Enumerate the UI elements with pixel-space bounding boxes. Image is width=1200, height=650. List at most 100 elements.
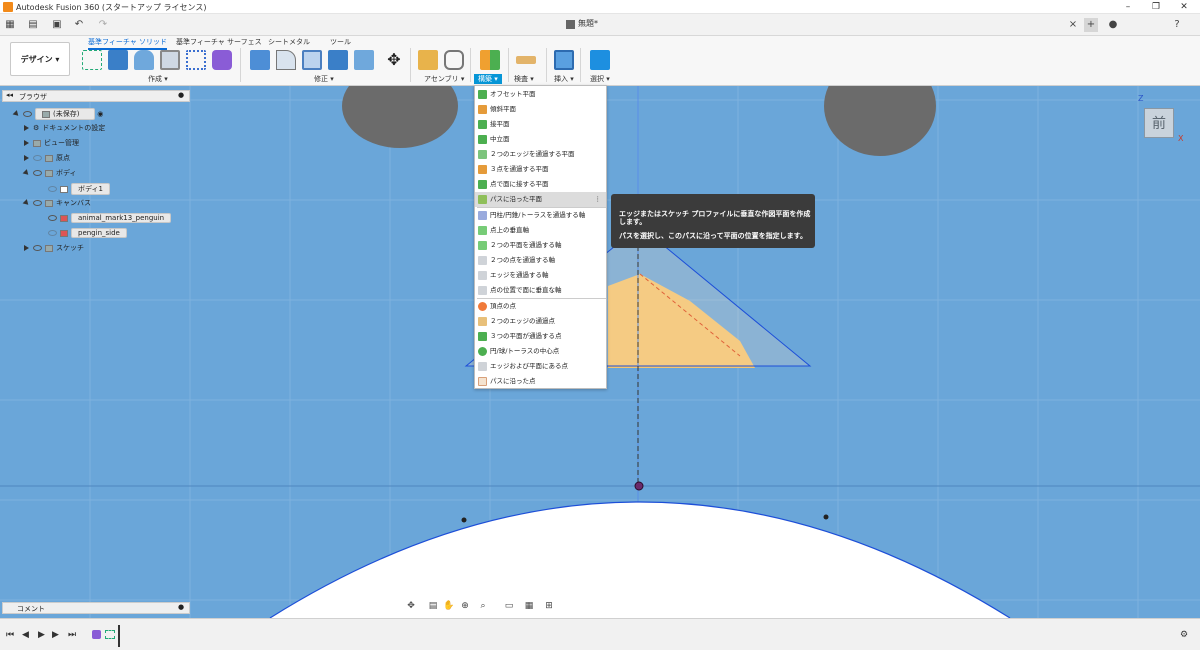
job-status-icon[interactable]: ● bbox=[1106, 18, 1120, 32]
menu-item-plane-along-path[interactable]: パスに沿った平面 ⋮ bbox=[475, 192, 606, 207]
workspace-button[interactable]: デザイン ▾ bbox=[10, 42, 70, 76]
visibility-icon[interactable] bbox=[48, 186, 57, 192]
sketch-point-right[interactable] bbox=[823, 514, 829, 520]
visibility-icon[interactable] bbox=[33, 155, 42, 161]
tree-item-bodies[interactable]: ボディ bbox=[22, 168, 77, 181]
tree-item-body1[interactable]: ボディ1 bbox=[48, 183, 110, 196]
tree-item-canvases[interactable]: キャンバス bbox=[22, 198, 91, 211]
expand-icon[interactable] bbox=[22, 199, 31, 207]
menu-item-offset-plane[interactable]: オフセット平面 bbox=[475, 87, 606, 102]
construct-group-label[interactable]: 構築 ▾ bbox=[474, 74, 502, 84]
more-options-icon[interactable]: ⋮ bbox=[595, 192, 602, 207]
assemble-group-label[interactable]: アセンブリ ▾ bbox=[424, 74, 464, 84]
new-component-icon[interactable] bbox=[418, 50, 438, 70]
go-to-start-icon[interactable]: ⏮ bbox=[6, 630, 14, 640]
tab-close-button[interactable]: × bbox=[1066, 18, 1080, 32]
look-at-icon[interactable]: ▤ bbox=[426, 601, 440, 615]
display-settings-icon[interactable]: ▭ bbox=[502, 601, 516, 615]
comment-pin-icon[interactable]: ● bbox=[178, 603, 184, 611]
menu-item-axis-cylinder[interactable]: 円柱/円錐/トーラスを通過する軸 bbox=[475, 208, 606, 223]
minimize-button[interactable]: – bbox=[1116, 0, 1140, 14]
visibility-icon[interactable] bbox=[48, 230, 57, 236]
expand-icon[interactable] bbox=[24, 155, 29, 161]
menu-item-axis-two-points[interactable]: ２つの点を通過する軸 bbox=[475, 253, 606, 268]
tab-tools[interactable]: ツール bbox=[330, 37, 351, 47]
tree-item-sketches[interactable]: スケッチ bbox=[24, 243, 84, 256]
document-tab[interactable]: 無題* bbox=[578, 18, 598, 29]
menu-item-plane-two-edges[interactable]: ２つのエッジを通過する平面 bbox=[475, 147, 606, 162]
undo-icon[interactable]: ↶ bbox=[72, 18, 86, 32]
tab-solid[interactable]: 基準フィーチャ ソリッド bbox=[88, 37, 168, 50]
visibility-icon[interactable] bbox=[33, 170, 42, 176]
inspect-group-label[interactable]: 検査 ▾ bbox=[514, 74, 534, 84]
play-icon[interactable]: ▶ bbox=[38, 630, 45, 640]
menu-item-point-edge-plane[interactable]: エッジおよび平面にある点 bbox=[475, 359, 606, 374]
save-icon[interactable]: ▣ bbox=[50, 18, 64, 32]
tree-item-doc-settings[interactable]: ⚙ ドキュメントの設定 bbox=[24, 123, 105, 136]
align-icon[interactable] bbox=[354, 50, 374, 70]
shell-icon[interactable] bbox=[302, 50, 322, 70]
menu-item-point-two-edges[interactable]: ２つのエッジの通過点 bbox=[475, 314, 606, 329]
window-close-button[interactable]: ✕ bbox=[1172, 0, 1196, 14]
menu-item-point-three-planes[interactable]: ３つの平面が通過する点 bbox=[475, 329, 606, 344]
pan-icon[interactable]: ✋ bbox=[442, 601, 456, 615]
new-tab-button[interactable]: + bbox=[1084, 18, 1098, 32]
extrude-icon[interactable] bbox=[108, 50, 128, 70]
tree-item-named-views[interactable]: ビュー管理 bbox=[24, 138, 79, 151]
revolve-icon[interactable] bbox=[134, 50, 154, 70]
menu-item-plane-tangent-point[interactable]: 点で面に接する平面 bbox=[475, 177, 606, 192]
grid-settings-icon[interactable]: ▦ bbox=[522, 601, 536, 615]
select-group-label[interactable]: 選択 ▾ bbox=[590, 74, 610, 84]
sketch-point-center[interactable] bbox=[634, 481, 644, 491]
modify-group-label[interactable]: 修正 ▾ bbox=[314, 74, 334, 84]
menu-item-plane-three-points[interactable]: ３点を通過する平面 bbox=[475, 162, 606, 177]
activate-icon[interactable]: ◉ bbox=[97, 110, 103, 118]
tab-surface[interactable]: 基準フィーチャ サーフェス bbox=[176, 37, 262, 47]
tree-item-canvas-penguin[interactable]: animal_mark13_penguin bbox=[48, 213, 172, 226]
pattern-icon[interactable] bbox=[186, 50, 206, 70]
menu-item-axis-two-planes[interactable]: ２つの平面を通過する軸 bbox=[475, 238, 606, 253]
select-icon[interactable] bbox=[590, 50, 610, 70]
browser-pin-icon[interactable]: ● bbox=[178, 91, 184, 99]
joint-icon[interactable] bbox=[444, 50, 464, 70]
file-menu-icon[interactable]: ▤ bbox=[26, 18, 40, 32]
grid-menu-icon[interactable]: ▦ bbox=[3, 18, 17, 32]
viewports-icon[interactable]: ⊞ bbox=[542, 601, 556, 615]
tab-sheet-metal[interactable]: シートメタル bbox=[268, 37, 310, 47]
sketch-point-left[interactable] bbox=[461, 517, 467, 523]
timeline-marker[interactable] bbox=[118, 625, 120, 647]
menu-item-axis-perp-face[interactable]: 点の位置で面に垂直な軸 bbox=[475, 283, 606, 298]
collapse-icon[interactable]: ◂◂ bbox=[6, 91, 13, 99]
create-group-label[interactable]: 作成 ▾ bbox=[148, 74, 168, 84]
menu-item-tangent-plane[interactable]: 接平面 bbox=[475, 117, 606, 132]
orbit-icon[interactable]: ✥ bbox=[404, 601, 418, 615]
zoom-window-icon[interactable]: ⊕ bbox=[458, 601, 472, 615]
tree-item-origin[interactable]: 原点 bbox=[24, 153, 70, 166]
expand-icon[interactable] bbox=[12, 110, 21, 118]
menu-item-axis-edge[interactable]: エッジを通過する軸 bbox=[475, 268, 606, 283]
tree-item-canvas-side[interactable]: pengin_side bbox=[48, 228, 127, 241]
menu-item-point-center[interactable]: 円/球/トーラスの中心点 bbox=[475, 344, 606, 359]
visibility-icon[interactable] bbox=[23, 111, 32, 117]
step-back-icon[interactable]: ◀ bbox=[22, 630, 29, 640]
visibility-icon[interactable] bbox=[33, 245, 42, 251]
insert-group-label[interactable]: 挿入 ▾ bbox=[554, 74, 574, 84]
tree-root[interactable]: (未保存) ◉ bbox=[12, 108, 103, 121]
step-forward-icon[interactable]: ▶ bbox=[52, 630, 59, 640]
press-pull-icon[interactable] bbox=[250, 50, 270, 70]
expand-icon[interactable] bbox=[24, 245, 29, 251]
fillet-icon[interactable] bbox=[276, 50, 296, 70]
new-sketch-icon[interactable] bbox=[82, 50, 102, 70]
expand-icon[interactable] bbox=[24, 140, 29, 146]
menu-item-point-along-path[interactable]: パスに沿った点 bbox=[475, 374, 606, 389]
measure-icon[interactable] bbox=[516, 56, 536, 64]
expand-icon[interactable] bbox=[22, 169, 31, 177]
help-button[interactable]: ? bbox=[1170, 18, 1184, 32]
move-icon[interactable]: ✥ bbox=[384, 50, 404, 70]
comment-panel[interactable]: コメント ● bbox=[2, 602, 190, 614]
visibility-icon[interactable] bbox=[48, 215, 57, 221]
maximize-button[interactable]: ❐ bbox=[1144, 0, 1168, 14]
insert-image-icon[interactable] bbox=[554, 50, 574, 70]
zoom-icon[interactable]: ⌕ bbox=[476, 601, 490, 615]
menu-item-angle-plane[interactable]: 傾斜平面 bbox=[475, 102, 606, 117]
